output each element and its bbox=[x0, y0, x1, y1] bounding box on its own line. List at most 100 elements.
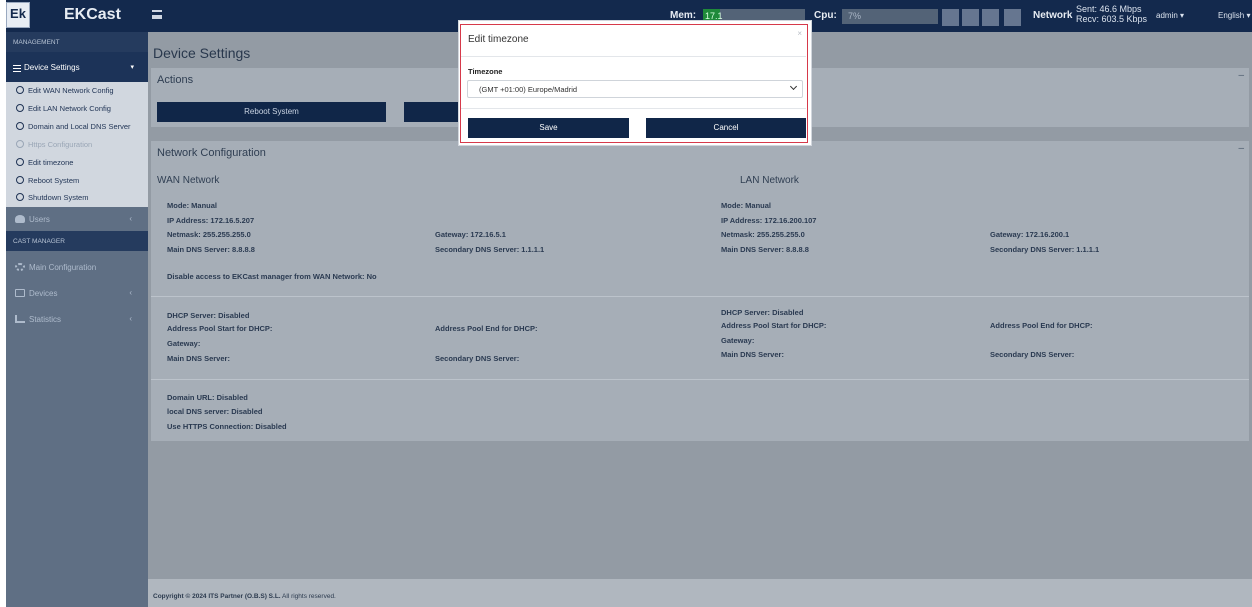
domain-url: Domain URL: Disabled bbox=[167, 393, 248, 402]
sidebar-item-main-configuration[interactable]: Main Configuration bbox=[6, 255, 148, 279]
divider bbox=[151, 296, 1249, 297]
timezone-select[interactable]: (GMT +01:00) Europe/Madrid bbox=[467, 80, 803, 98]
wan-netmask: Netmask: 255.255.255.0 bbox=[167, 230, 251, 239]
sidebar-header-management: MANAGEMENT bbox=[6, 32, 148, 52]
sidebar-subitem-domain-dns[interactable]: Domain and Local DNS Server bbox=[6, 118, 148, 136]
language-menu[interactable]: English ▾ bbox=[1218, 11, 1250, 20]
close-icon[interactable]: × bbox=[797, 29, 802, 38]
status-square bbox=[962, 9, 979, 26]
sidebar-item-label: Device Settings bbox=[24, 63, 80, 72]
lan-dhcp-main-dns: Main DNS Server: bbox=[721, 350, 784, 359]
wan-main-dns: Main DNS Server: 8.8.8.8 bbox=[167, 245, 255, 254]
sidebar-subitem-edit-timezone[interactable]: Edit timezone bbox=[6, 154, 148, 172]
lan-dhcp-pool-end: Address Pool End for DHCP: bbox=[990, 321, 1093, 330]
shutdown-system-button[interactable] bbox=[404, 102, 464, 122]
timezone-label: Timezone bbox=[468, 67, 503, 76]
divider bbox=[151, 379, 1249, 380]
sidebar-item-device-settings[interactable]: Device Settings ▾ bbox=[6, 52, 148, 82]
wan-disable-access: Disable access to EKCast manager from WA… bbox=[167, 272, 377, 281]
chevron-left-icon: ‹ bbox=[129, 314, 132, 323]
sidebar-item-users[interactable]: Users ‹ bbox=[6, 207, 148, 231]
wan-dhcp-main-dns: Main DNS Server: bbox=[167, 354, 230, 363]
sidebar-header-cast-manager: CAST MANAGER bbox=[6, 231, 148, 251]
status-square bbox=[982, 9, 999, 26]
list-icon bbox=[13, 65, 21, 72]
circle-icon bbox=[16, 158, 24, 166]
network-config-panel: Network Configuration – WAN Network LAN … bbox=[151, 141, 1249, 441]
circle-icon bbox=[16, 140, 24, 148]
sidebar-subitem-reboot[interactable]: Reboot System bbox=[6, 172, 148, 190]
lan-mode: Mode: Manual bbox=[721, 201, 771, 210]
cpu-value: 7% bbox=[848, 11, 862, 21]
wan-dhcp-pool-end: Address Pool End for DHCP: bbox=[435, 324, 538, 333]
circle-icon bbox=[16, 122, 24, 130]
brand-name: EKCast bbox=[64, 6, 121, 23]
modal-highlight-frame: Edit timezone × Timezone (GMT +01:00) Eu… bbox=[460, 24, 808, 143]
sidebar-submenu: Edit WAN Network Config Edit LAN Network… bbox=[6, 82, 148, 207]
modal-divider bbox=[461, 56, 806, 57]
lan-main-dns: Main DNS Server: 8.8.8.8 bbox=[721, 245, 809, 254]
lan-dhcp-status: DHCP Server: Disabled bbox=[721, 308, 804, 317]
circle-icon bbox=[16, 176, 24, 184]
lan-dhcp-gateway: Gateway: bbox=[721, 336, 755, 345]
sidebar: MANAGEMENT Device Settings ▾ Edit WAN Ne… bbox=[6, 32, 148, 607]
footer-text: Copyright © 2024 ITS Partner (O.B.S) S.L… bbox=[153, 593, 336, 600]
chevron-down-icon bbox=[789, 82, 798, 91]
wan-dhcp-status: DHCP Server: Disabled bbox=[167, 311, 250, 320]
cancel-button[interactable]: Cancel bbox=[646, 118, 806, 138]
footer: Copyright © 2024 ITS Partner (O.B.S) S.L… bbox=[148, 579, 1252, 607]
sent-rate: Sent: 46.6 Mbps bbox=[1076, 4, 1142, 14]
lan-gateway: Gateway: 172.16.200.1 bbox=[990, 230, 1070, 239]
wan-secondary-dns: Secondary DNS Server: 1.1.1.1 bbox=[435, 245, 545, 254]
status-square bbox=[942, 9, 959, 26]
bar-chart-icon bbox=[15, 315, 25, 323]
lan-dhcp-pool-start: Address Pool Start for DHCP: bbox=[721, 321, 827, 330]
wan-dhcp-pool-start: Address Pool Start for DHCP: bbox=[167, 324, 273, 333]
lan-network-title: LAN Network bbox=[740, 175, 799, 186]
local-dns-server: local DNS server: Disabled bbox=[167, 407, 263, 416]
lan-secondary-dns: Secondary DNS Server: 1.1.1.1 bbox=[990, 245, 1100, 254]
actions-title: Actions bbox=[157, 74, 194, 86]
logo: Ek bbox=[6, 2, 30, 28]
user-menu[interactable]: admin ▾ bbox=[1156, 11, 1184, 20]
circle-icon bbox=[16, 86, 24, 94]
chevron-left-icon: ‹ bbox=[129, 214, 132, 223]
hamburger-menu-icon[interactable] bbox=[152, 10, 162, 19]
wan-dhcp-secondary-dns: Secondary DNS Server: bbox=[435, 354, 520, 363]
users-icon bbox=[15, 215, 25, 223]
use-https: Use HTTPS Connection: Disabled bbox=[167, 422, 287, 431]
save-button[interactable]: Save bbox=[468, 118, 629, 138]
page-title: Device Settings bbox=[153, 45, 251, 61]
wan-mode: Mode: Manual bbox=[167, 201, 217, 210]
wan-gateway: Gateway: 172.16.5.1 bbox=[435, 230, 506, 239]
chevron-down-icon: ▾ bbox=[130, 64, 134, 71]
modal-title: Edit timezone bbox=[468, 34, 529, 45]
circle-icon bbox=[16, 193, 24, 201]
sidebar-subitem-edit-wan[interactable]: Edit WAN Network Config bbox=[6, 82, 148, 100]
recv-rate: Recv: 603.5 Kbps bbox=[1076, 14, 1148, 24]
wan-network-title: WAN Network bbox=[157, 175, 220, 186]
lan-dhcp-secondary-dns: Secondary DNS Server: bbox=[990, 350, 1075, 359]
collapse-icon[interactable]: – bbox=[1238, 143, 1244, 154]
reboot-system-button[interactable]: Reboot System bbox=[157, 102, 386, 122]
status-square bbox=[1004, 9, 1021, 26]
modal-divider bbox=[461, 108, 806, 109]
gear-icon bbox=[15, 263, 25, 271]
sidebar-subitem-https[interactable]: Https Configuration bbox=[6, 136, 148, 154]
wan-dhcp-gateway: Gateway: bbox=[167, 339, 201, 348]
edit-timezone-modal: Edit timezone × Timezone (GMT +01:00) Eu… bbox=[458, 20, 812, 146]
collapse-icon[interactable]: – bbox=[1238, 70, 1244, 81]
sidebar-subitem-edit-lan[interactable]: Edit LAN Network Config bbox=[6, 100, 148, 118]
sidebar-item-statistics[interactable]: Statistics ‹ bbox=[6, 307, 148, 331]
cpu-label: Cpu: bbox=[814, 10, 837, 21]
sidebar-item-devices[interactable]: Devices ‹ bbox=[6, 281, 148, 305]
timezone-value: (GMT +01:00) Europe/Madrid bbox=[479, 85, 578, 94]
wan-ip: IP Address: 172.16.5.207 bbox=[167, 216, 255, 225]
lan-netmask: Netmask: 255.255.255.0 bbox=[721, 230, 805, 239]
sidebar-subitem-shutdown[interactable]: Shutdown System bbox=[6, 189, 148, 207]
devices-icon bbox=[15, 289, 25, 297]
network-label: Network bbox=[1033, 10, 1073, 21]
cpu-meter: 7% bbox=[842, 9, 938, 24]
lan-ip: IP Address: 172.16.200.107 bbox=[721, 216, 817, 225]
network-config-title: Network Configuration bbox=[157, 147, 266, 159]
